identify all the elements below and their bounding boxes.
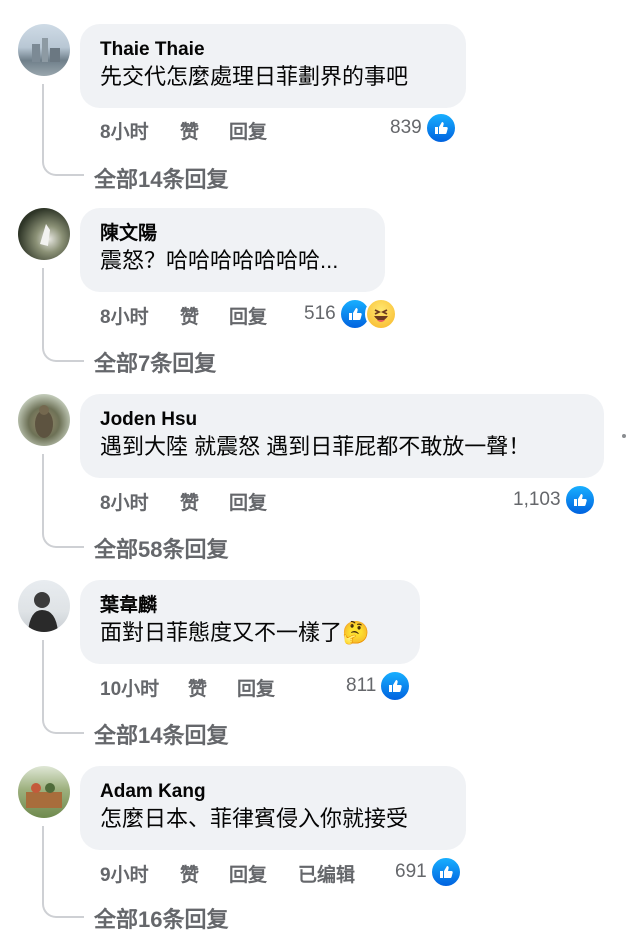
bird-photo-icon (40, 224, 50, 246)
comment-time[interactable]: 10小时 (100, 674, 159, 701)
thread-line (42, 84, 84, 176)
comment-text-body: 面對日菲態度又不一樣了 (100, 620, 343, 645)
reaction-summary[interactable]: 516 (304, 298, 397, 330)
comment-text: 先交代怎麼處理日菲劃界的事吧 (100, 64, 409, 89)
comment-bubble: Thaie Thaie 先交代怎麼處理日菲劃界的事吧 (80, 24, 466, 108)
reaction-summary[interactable]: 691 (395, 856, 462, 888)
building-photo-icon (32, 38, 60, 62)
comment-text: 遇到大陸 就震怒 遇到日菲屁都不敢放一聲！ (100, 434, 531, 459)
comment-author[interactable]: 葉韋麟 (100, 594, 400, 618)
edge-indicator (622, 434, 626, 438)
avatar[interactable] (18, 208, 70, 260)
reply-button[interactable]: 回复 (237, 674, 275, 701)
thread-line (42, 826, 84, 918)
reaction-summary[interactable]: 1,103 (513, 484, 596, 516)
view-replies-link[interactable]: 全部16条回复 (94, 902, 228, 934)
comment-bubble: 陳文陽 震怒？哈哈哈哈哈哈哈... (80, 208, 385, 292)
view-replies-link[interactable]: 全部14条回复 (94, 718, 228, 750)
reaction-summary[interactable]: 839 (390, 112, 457, 144)
view-replies-link[interactable]: 全部14条回复 (94, 162, 228, 194)
reply-button[interactable]: 回复 (229, 302, 267, 329)
like-button[interactable]: 赞 (188, 674, 207, 701)
person-photo-icon (28, 592, 58, 632)
thread-line (42, 640, 84, 734)
like-icon (429, 856, 462, 888)
like-icon (379, 670, 412, 702)
reply-button[interactable]: 回复 (229, 488, 267, 515)
comment-author[interactable]: Joden Hsu (100, 408, 584, 432)
reaction-count: 516 (304, 303, 336, 324)
thinking-emoji: 🤔 (342, 621, 370, 646)
comment-text: 震怒？哈哈哈哈哈哈哈... (100, 248, 339, 273)
avatar[interactable] (18, 24, 70, 76)
thread-line (42, 268, 84, 362)
like-icon (563, 484, 596, 516)
avatar[interactable] (18, 766, 70, 818)
thread-line (42, 454, 84, 548)
reaction-count: 839 (390, 117, 422, 138)
comment-bubble: Joden Hsu 遇到大陸 就震怒 遇到日菲屁都不敢放一聲！ (80, 394, 604, 478)
comment-time[interactable]: 8小时 (100, 117, 149, 144)
avatar[interactable] (18, 394, 70, 446)
reaction-count: 811 (346, 675, 377, 696)
comment-time[interactable]: 8小时 (100, 302, 149, 329)
comment-text: 面對日菲態度又不一樣了🤔 (100, 618, 400, 649)
avatar[interactable] (18, 580, 70, 632)
like-button[interactable]: 赞 (180, 488, 199, 515)
haha-icon (364, 298, 397, 330)
comment-bubble: Adam Kang 怎麼日本、菲律賓侵入你就接受 (80, 766, 466, 850)
comment-bubble: 葉韋麟 面對日菲態度又不一樣了🤔 (80, 580, 420, 664)
comment-time[interactable]: 9小时 (100, 860, 149, 887)
like-button[interactable]: 赞 (180, 860, 199, 887)
like-button[interactable]: 赞 (180, 117, 199, 144)
comment-time[interactable]: 8小时 (100, 488, 149, 515)
comment-author[interactable]: Adam Kang (100, 780, 446, 804)
view-replies-link[interactable]: 全部7条回复 (94, 346, 216, 378)
comment-text: 怎麼日本、菲律賓侵入你就接受 (100, 806, 409, 831)
reaction-count: 691 (395, 861, 427, 882)
statue-photo-icon (35, 405, 53, 438)
comment-author[interactable]: 陳文陽 (100, 222, 365, 246)
group-photo-icon (26, 783, 62, 808)
like-icon (424, 112, 457, 144)
comment-author[interactable]: Thaie Thaie (100, 38, 446, 62)
view-replies-link[interactable]: 全部58条回复 (94, 532, 228, 564)
reply-button[interactable]: 回复 (229, 860, 267, 887)
reply-button[interactable]: 回复 (229, 117, 267, 144)
like-button[interactable]: 赞 (180, 302, 199, 329)
reaction-summary[interactable]: 811 (346, 670, 412, 702)
edited-label: 已编辑 (298, 865, 356, 886)
reaction-count: 1,103 (513, 489, 561, 510)
